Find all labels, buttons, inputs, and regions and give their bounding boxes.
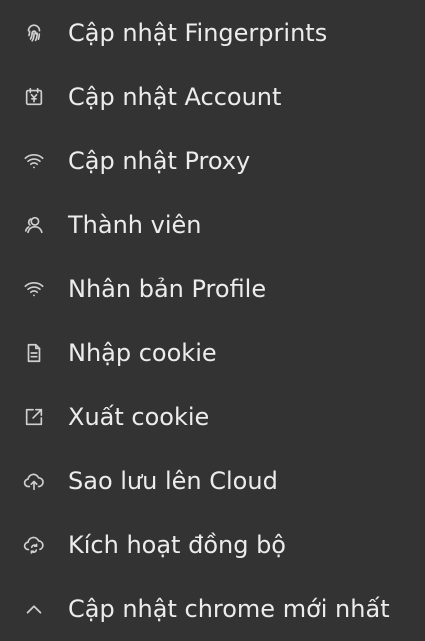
- menu-item-export-cookie[interactable]: Xuất cookie: [0, 385, 425, 449]
- menu-item-label: Nhân bản Profile: [68, 275, 267, 303]
- menu-item-update-account[interactable]: Cập nhật Account: [0, 65, 425, 129]
- wifi-icon: [21, 276, 47, 302]
- calendar-yen-icon: [21, 84, 47, 110]
- menu-item-label: Cập nhật Fingerprints: [68, 19, 328, 47]
- wifi-icon: [21, 148, 47, 174]
- chevron-up-icon: [21, 596, 47, 622]
- menu-item-import-cookie[interactable]: Nhập cookie: [0, 321, 425, 385]
- menu-item-label: Sao lưu lên Cloud: [68, 467, 278, 495]
- menu-item-label: Nhập cookie: [68, 339, 217, 367]
- users-icon: [21, 212, 47, 238]
- menu-item-clone-profile[interactable]: Nhân bản Profile: [0, 257, 425, 321]
- menu-item-members[interactable]: Thành viên: [0, 193, 425, 257]
- export-icon: [21, 404, 47, 430]
- menu-item-enable-sync[interactable]: Kích hoạt đồng bộ: [0, 513, 425, 577]
- menu-item-label: Kích hoạt đồng bộ: [68, 531, 286, 559]
- menu-item-label: Thành viên: [68, 211, 202, 239]
- menu-item-update-fingerprints[interactable]: Cập nhật Fingerprints: [0, 1, 425, 65]
- menu-item-update-chrome[interactable]: Cập nhật chrome mới nhất: [0, 577, 425, 641]
- menu-item-backup-cloud[interactable]: Sao lưu lên Cloud: [0, 449, 425, 513]
- menu-item-label: Xuất cookie: [68, 403, 210, 431]
- menu-item-label: Cập nhật chrome mới nhất: [68, 595, 390, 623]
- menu-item-update-proxy[interactable]: Cập nhật Proxy: [0, 129, 425, 193]
- context-menu: Cập nhật Fingerprints Cập nhật Account C: [0, 0, 425, 632]
- document-icon: [21, 340, 47, 366]
- menu-item-label: Cập nhật Account: [68, 83, 282, 111]
- fingerprint-icon: [21, 20, 47, 46]
- cloud-upload-icon: [21, 468, 47, 494]
- menu-item-label: Cập nhật Proxy: [68, 147, 251, 175]
- cloud-sync-icon: [21, 532, 47, 558]
